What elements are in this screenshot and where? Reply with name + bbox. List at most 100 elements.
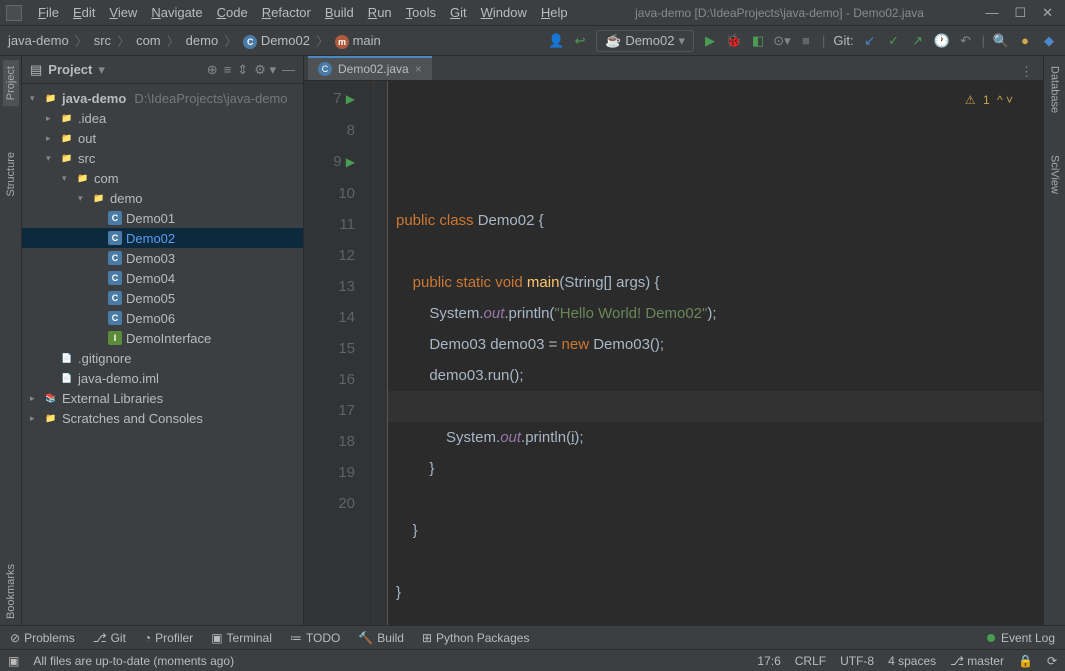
tree-demo05[interactable]: CDemo05 (22, 288, 303, 308)
main-menu: FileEditViewNavigateCodeRefactorBuildRun… (32, 3, 574, 22)
lock-icon[interactable]: 🔒 (1018, 654, 1033, 668)
encoding[interactable]: UTF-8 (840, 654, 874, 668)
crumb-demo02[interactable]: C Demo02 (243, 33, 310, 49)
tree--gitignore[interactable]: 📄.gitignore (22, 348, 303, 368)
tree-demo03[interactable]: CDemo03 (22, 248, 303, 268)
tree--idea[interactable]: ▸📁.idea (22, 108, 303, 128)
tree-java-demo-iml[interactable]: 📄java-demo.iml (22, 368, 303, 388)
crumb-main[interactable]: m main (335, 33, 381, 49)
status-bar: ▣ All files are up-to-date (moments ago)… (0, 649, 1065, 671)
menu-view[interactable]: View (103, 3, 143, 22)
tab-structure[interactable]: Structure (3, 146, 19, 203)
expand-all-icon[interactable]: ≡ (224, 62, 232, 77)
tree-demo06[interactable]: CDemo06 (22, 308, 303, 328)
tab-project[interactable]: Project (3, 60, 19, 106)
run-config-label: Demo02 (625, 33, 674, 48)
menu-refactor[interactable]: Refactor (256, 3, 317, 22)
btab-terminal[interactable]: ▣Terminal (211, 631, 272, 645)
btab-problems[interactable]: ⊘Problems (10, 631, 75, 645)
debug-icon[interactable]: 🐞 (726, 33, 742, 49)
minimize-icon[interactable]: — (985, 5, 998, 21)
sidebar-title: Project (48, 62, 92, 77)
navigation-bar: java-demo〉src〉com〉demo〉C Demo02〉m main 👤… (0, 26, 1065, 56)
run-icon[interactable]: ▶ (702, 33, 718, 49)
menu-tools[interactable]: Tools (400, 3, 442, 22)
maximize-icon[interactable]: ☐ (1014, 5, 1026, 21)
hide-icon[interactable]: — (282, 62, 295, 77)
menu-help[interactable]: Help (535, 3, 574, 22)
tree-demo04[interactable]: CDemo04 (22, 268, 303, 288)
tab-bookmarks[interactable]: Bookmarks (3, 558, 19, 625)
back-arrow-icon[interactable]: ↩ (572, 33, 588, 49)
git-push-icon[interactable]: ↗ (910, 33, 926, 49)
tree-com[interactable]: ▾📁com (22, 168, 303, 188)
btab-build[interactable]: 🔨Build (358, 631, 404, 645)
tab-demo02[interactable]: C Demo02.java × (308, 56, 432, 80)
menu-file[interactable]: File (32, 3, 65, 22)
window-controls: — ☐ ✕ (985, 5, 1059, 21)
tree-external-libraries[interactable]: ▸📚External Libraries (22, 388, 303, 408)
tab-sciview[interactable]: SciView (1047, 149, 1063, 200)
fold-column (374, 81, 388, 625)
tree-demo[interactable]: ▾📁demo (22, 188, 303, 208)
add-user-icon[interactable]: 👤 (548, 33, 564, 49)
git-commit-icon[interactable]: ✓ (886, 33, 902, 49)
tree--b-java-demo--b-[interactable]: ▾📁java-demoD:\IdeaProjects\java-demo (22, 88, 303, 108)
btab-python[interactable]: ⊞Python Packages (422, 631, 529, 645)
git-update-icon[interactable]: ↙ (862, 33, 878, 49)
inspection-badge[interactable]: ⚠ 1 ^ ˅ (965, 85, 1013, 116)
coverage-icon[interactable]: ◧ (750, 33, 766, 49)
event-log-button[interactable]: Event Log (1001, 631, 1055, 645)
crumb-com[interactable]: com (136, 33, 161, 48)
status-message: All files are up-to-date (moments ago) (33, 654, 234, 668)
search-icon[interactable]: 🔍 (993, 33, 1009, 49)
btab-git[interactable]: ⎇Git (93, 631, 126, 645)
collapse-icon[interactable]: ⇕ (237, 62, 248, 78)
project-tree: ▾📁java-demoD:\IdeaProjects\java-demo▸📁.i… (22, 84, 303, 625)
git-rollback-icon[interactable]: ↶ (958, 33, 974, 49)
settings-icon[interactable]: ⚙ ▾ (254, 62, 276, 78)
menu-window[interactable]: Window (475, 3, 533, 22)
run-config-select[interactable]: ☕ Demo02 ▾ (596, 30, 694, 52)
select-target-icon[interactable]: ⊕ (207, 62, 218, 78)
btab-todo[interactable]: ≔TODO (290, 631, 340, 645)
tab-database[interactable]: Database (1047, 60, 1063, 119)
menu-navigate[interactable]: Navigate (145, 3, 208, 22)
git-history-icon[interactable]: 🕐 (934, 33, 950, 49)
crumb-java-demo[interactable]: java-demo (8, 33, 69, 48)
line-sep[interactable]: CRLF (795, 654, 826, 668)
code-editor[interactable]: 7 ▶89 ▶1011121314151617181920 ⚠ 1 ^ ˅ I … (304, 81, 1043, 625)
code-content[interactable]: ⚠ 1 ^ ˅ I public class Demo02 { public s… (388, 81, 1043, 625)
right-tool-strip: Database SciView (1043, 56, 1065, 625)
close-icon[interactable]: ✕ (1042, 5, 1053, 21)
crumb-src[interactable]: src (94, 33, 111, 48)
menu-edit[interactable]: Edit (67, 3, 101, 22)
avatar-icon[interactable]: ● (1017, 33, 1033, 49)
ide-icon[interactable]: ◆ (1041, 33, 1057, 49)
tree-demo01[interactable]: CDemo01 (22, 208, 303, 228)
stop-icon[interactable]: ■ (798, 33, 814, 49)
tree-scratches-and-consoles[interactable]: ▸📁Scratches and Consoles (22, 408, 303, 428)
btab-profiler[interactable]: ◔Profiler (144, 631, 193, 645)
profile-icon[interactable]: ⊙▾ (774, 33, 790, 49)
sync-icon[interactable]: ⟳ (1047, 654, 1057, 668)
menu-git[interactable]: Git (444, 3, 473, 22)
caret-pos[interactable]: 17:6 (757, 654, 780, 668)
title-bar: FileEditViewNavigateCodeRefactorBuildRun… (0, 0, 1065, 26)
editor-tabs: C Demo02.java × ⋮ (304, 56, 1043, 81)
tree-demointerface[interactable]: IDemoInterface (22, 328, 303, 348)
status-square-icon[interactable]: ▣ (8, 654, 19, 668)
tab-close-icon[interactable]: × (415, 62, 422, 76)
crumb-demo[interactable]: demo (186, 33, 219, 48)
tree-out[interactable]: ▸📁out (22, 128, 303, 148)
menu-code[interactable]: Code (211, 3, 254, 22)
tab-more-icon[interactable]: ⋮ (1010, 64, 1043, 80)
menu-build[interactable]: Build (319, 3, 360, 22)
tree-demo02[interactable]: CDemo02 (22, 228, 303, 248)
branch[interactable]: ⎇ master (950, 654, 1004, 668)
indent[interactable]: 4 spaces (888, 654, 936, 668)
menu-run[interactable]: Run (362, 3, 398, 22)
tree-src[interactable]: ▾📁src (22, 148, 303, 168)
app-logo-icon (6, 5, 22, 21)
sidebar-header: ▤ Project ▾ ⊕ ≡ ⇕ ⚙ ▾ — (22, 56, 303, 84)
